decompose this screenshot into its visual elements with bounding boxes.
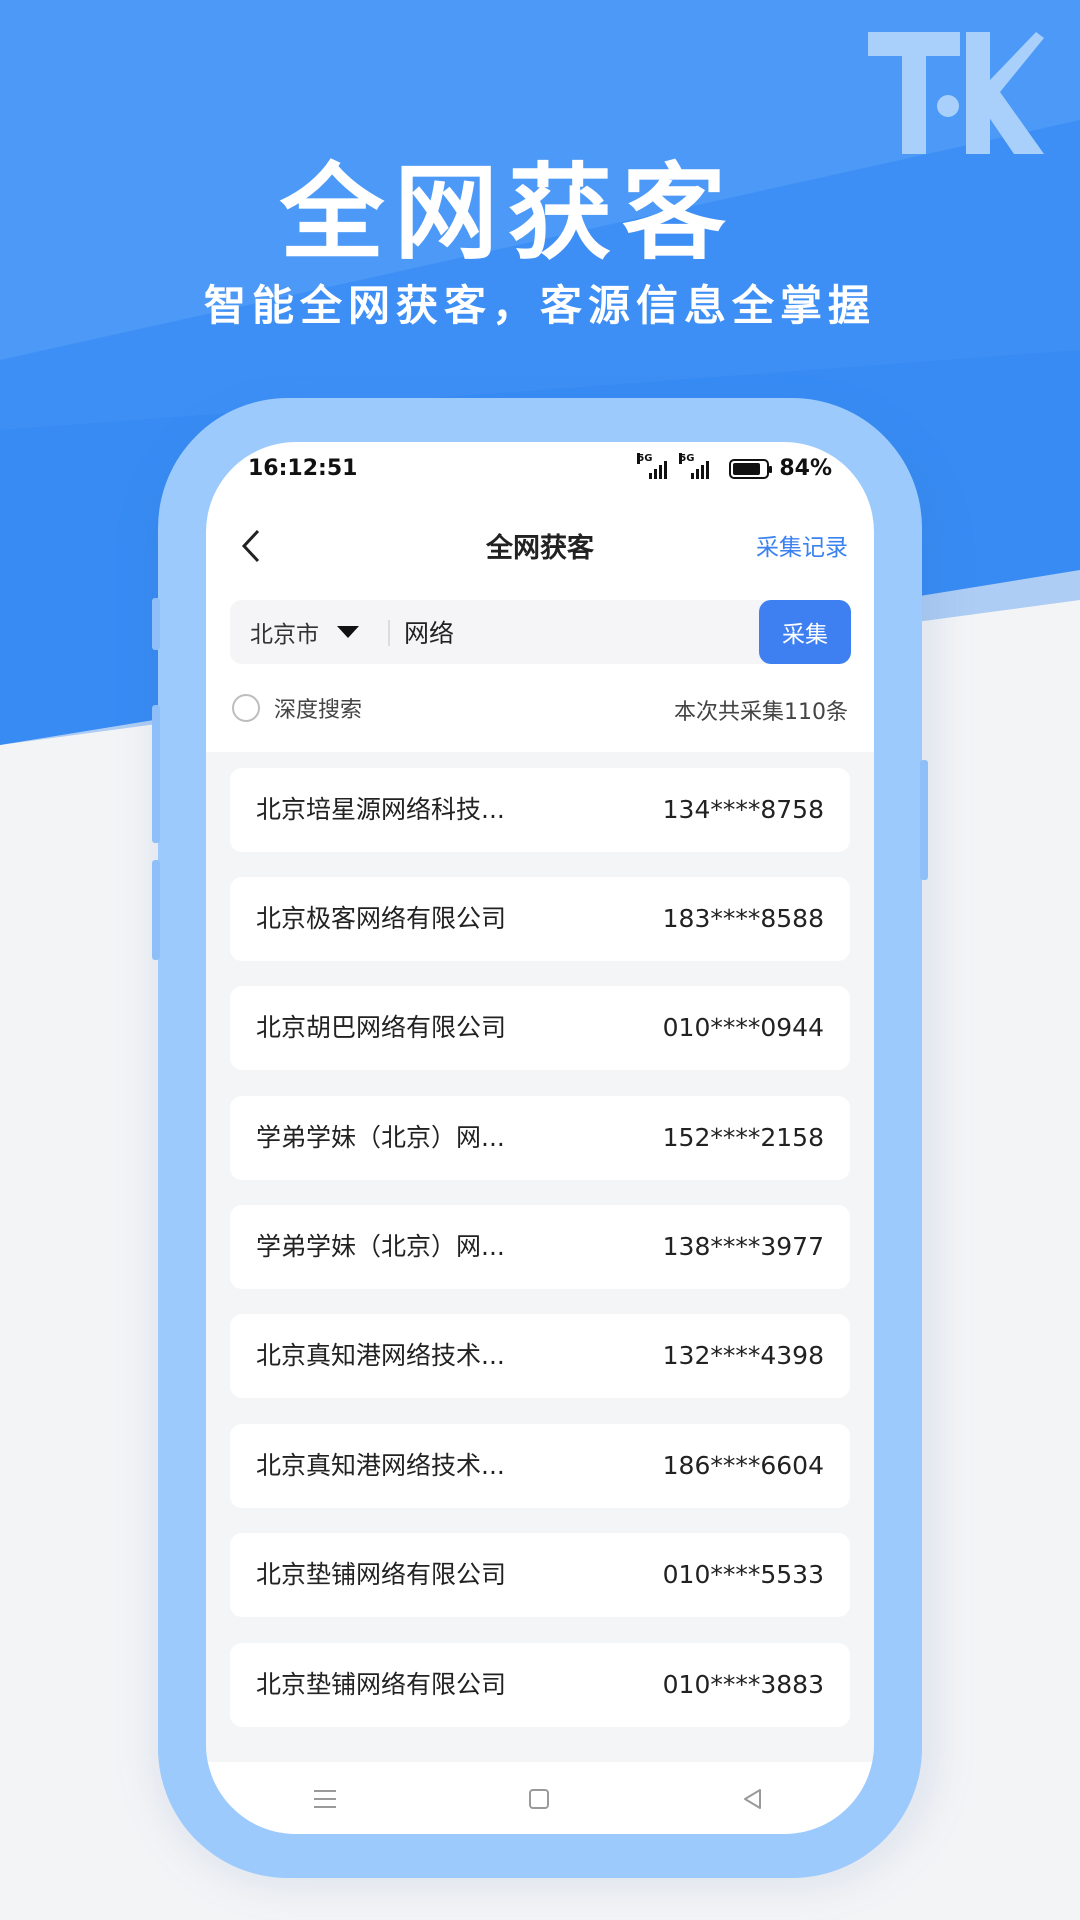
- side-button: [152, 705, 160, 843]
- phone-number: 010****3883: [662, 1670, 824, 1699]
- promo-title: 全网获客: [279, 152, 736, 274]
- company-name: 学弟学妹（北京）网...: [256, 1232, 505, 1261]
- company-name: 北京极客网络有限公司: [256, 904, 507, 933]
- phone-screen: 16:12:51 5G 5G 84% 全网获客 采集记录 北京市 采集 深度搜索…: [206, 442, 874, 1834]
- signal-icon: 5G: [679, 452, 710, 479]
- phone-number: 152****2158: [662, 1123, 824, 1152]
- company-name: 北京胡巴网络有限公司: [256, 1013, 507, 1042]
- side-button: [920, 760, 928, 880]
- promo-subtitle: 智能全网获客，客源信息全掌握: [203, 281, 876, 330]
- total-count: 本次共采集110条: [674, 700, 848, 725]
- home-icon[interactable]: [524, 1784, 554, 1814]
- list-item[interactable]: 北京真知港网络技术... 132****4398: [230, 1314, 850, 1398]
- battery-percent: 84%: [779, 456, 832, 481]
- company-name: 北京垫铺网络有限公司: [256, 1560, 507, 1589]
- system-nav-bar: [206, 1762, 874, 1834]
- phone-number: 010****5533: [662, 1560, 824, 1589]
- phone-number: 186****6604: [662, 1451, 824, 1480]
- phone-number: 138****3977: [662, 1232, 824, 1261]
- phone-number: 134****8758: [662, 795, 824, 824]
- list-item[interactable]: 学弟学妹（北京）网... 152****2158: [230, 1096, 850, 1180]
- company-name: 北京真知港网络技术...: [256, 1451, 505, 1480]
- search-divider: [388, 620, 390, 646]
- list-item[interactable]: 北京培星源网络科技... 134****8758: [230, 768, 850, 852]
- phone-number: 183****8588: [662, 904, 824, 933]
- battery-icon: [729, 458, 773, 479]
- deep-search-toggle[interactable]: 深度搜索: [232, 692, 362, 724]
- side-button: [152, 860, 160, 960]
- search-bar: 北京市: [230, 600, 850, 664]
- collect-button[interactable]: 采集: [759, 600, 851, 664]
- status-icons: 5G 5G 84%: [637, 452, 832, 481]
- back-triangle-icon[interactable]: [738, 1784, 768, 1814]
- list-item[interactable]: 学弟学妹（北京）网... 138****3977: [230, 1205, 850, 1289]
- status-time: 16:12:51: [248, 456, 358, 481]
- list-item[interactable]: 北京垫铺网络有限公司 010****5533: [230, 1533, 850, 1617]
- phone-number: 132****4398: [662, 1341, 824, 1370]
- phone-number: 010****0944: [662, 1013, 824, 1042]
- caret-down-icon: [337, 626, 359, 638]
- signal-icon: 5G: [637, 452, 668, 479]
- company-name: 北京垫铺网络有限公司: [256, 1670, 507, 1699]
- deep-search-label: 深度搜索: [274, 698, 363, 723]
- list-item[interactable]: 北京极客网络有限公司 183****8588: [230, 877, 850, 961]
- list-item[interactable]: 北京真知港网络技术... 186****6604: [230, 1424, 850, 1508]
- results-list: 北京培星源网络科技... 134****8758 北京极客网络有限公司 183*…: [206, 752, 874, 1762]
- city-label: 北京市: [250, 622, 319, 648]
- company-name: 北京培星源网络科技...: [256, 795, 505, 824]
- list-item[interactable]: 北京胡巴网络有限公司 010****0944: [230, 986, 850, 1070]
- search-input[interactable]: [404, 600, 674, 664]
- radio-icon[interactable]: [232, 694, 260, 722]
- side-button: [152, 598, 160, 650]
- menu-icon[interactable]: [310, 1784, 340, 1814]
- city-select[interactable]: 北京市: [250, 600, 359, 664]
- company-name: 学弟学妹（北京）网...: [256, 1123, 505, 1152]
- collect-record-link[interactable]: 采集记录: [756, 528, 848, 562]
- company-name: 北京真知港网络技术...: [256, 1341, 505, 1370]
- list-item[interactable]: 北京垫铺网络有限公司 010****3883: [230, 1643, 850, 1727]
